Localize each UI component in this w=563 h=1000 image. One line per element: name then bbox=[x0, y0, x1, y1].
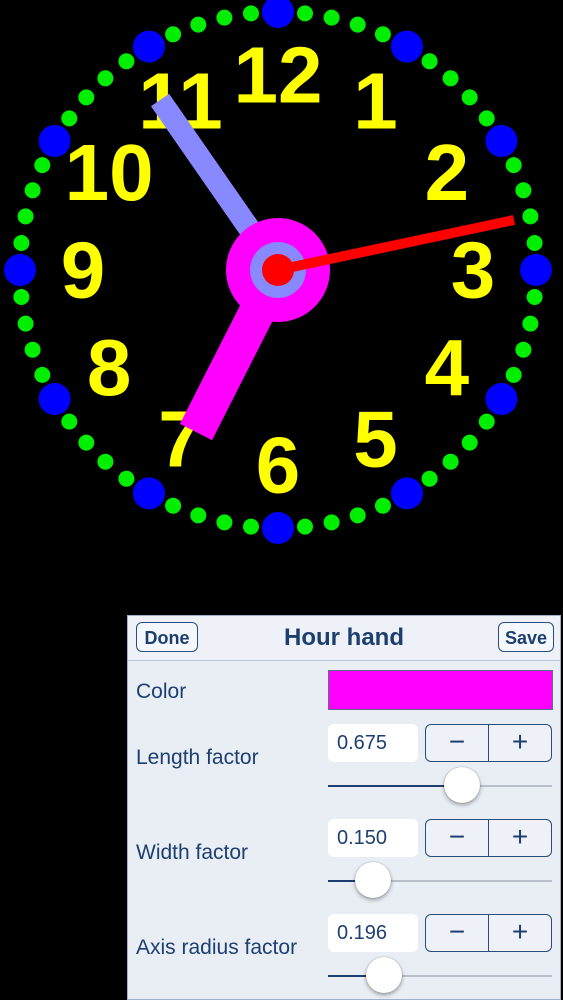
width-factor-increment-button[interactable]: + bbox=[488, 820, 551, 856]
minute-dot bbox=[421, 53, 438, 70]
hour-dot bbox=[4, 254, 36, 286]
minute-dot bbox=[34, 366, 51, 383]
minute-dot bbox=[522, 208, 539, 225]
clock-numeral: 2 bbox=[425, 128, 470, 217]
clock-numeral: 9 bbox=[61, 226, 106, 315]
hour-hand bbox=[179, 291, 280, 441]
minute-dot bbox=[118, 53, 135, 70]
length-factor-slider-thumb[interactable] bbox=[444, 767, 481, 803]
hour-dot bbox=[262, 512, 294, 544]
minute-dot bbox=[97, 453, 114, 470]
width-factor-stepper: − + bbox=[425, 819, 552, 857]
width-factor-value[interactable]: 0.150 bbox=[328, 819, 418, 857]
width-factor-slider[interactable] bbox=[328, 862, 552, 898]
minute-dot bbox=[478, 413, 495, 430]
minute-dot bbox=[78, 434, 95, 451]
minute-dot bbox=[515, 341, 532, 358]
center-cap bbox=[262, 254, 294, 286]
clock-face: 12 1234567891011 bbox=[4, 0, 552, 544]
clock-numeral: 6 bbox=[256, 421, 301, 510]
minute-dot bbox=[442, 70, 459, 87]
minute-dot bbox=[24, 341, 41, 358]
minute-dot bbox=[323, 514, 340, 531]
minute-dot bbox=[505, 366, 522, 383]
minute-dot bbox=[216, 514, 233, 531]
minute-dot bbox=[13, 289, 30, 305]
minute-dot bbox=[243, 5, 259, 22]
minute-dot bbox=[526, 235, 543, 251]
minute-dot bbox=[442, 453, 459, 470]
panel-header: Done Hour hand Save bbox=[128, 616, 560, 661]
minute-dot bbox=[13, 235, 30, 251]
color-label: Color bbox=[136, 680, 187, 703]
minute-dot bbox=[349, 507, 366, 524]
axis-radius-factor-label: Axis radius factor bbox=[136, 936, 298, 959]
length-factor-increment-button[interactable]: + bbox=[488, 725, 551, 761]
length-factor-stepper: − + bbox=[425, 724, 552, 762]
axis-radius-factor-stepper: − + bbox=[425, 914, 552, 952]
panel-title: Hour hand bbox=[284, 624, 404, 651]
minute-dot bbox=[374, 497, 391, 514]
hour-hand-settings-panel: Done Hour hand Save Color Length factor … bbox=[127, 615, 561, 1000]
minute-dot bbox=[515, 182, 532, 199]
minute-dot bbox=[78, 89, 95, 106]
width-factor-label: Width factor bbox=[136, 841, 249, 864]
minute-dot bbox=[349, 16, 366, 33]
minute-dot bbox=[165, 26, 182, 43]
minute-dot bbox=[526, 289, 543, 305]
minute-dot bbox=[297, 5, 313, 22]
minute-dot bbox=[118, 470, 135, 487]
minute-dot bbox=[297, 518, 313, 535]
save-button[interactable]: Save bbox=[498, 622, 554, 652]
minute-dot bbox=[216, 9, 233, 26]
axis-radius-factor-increment-button[interactable]: + bbox=[488, 915, 551, 951]
length-factor-slider[interactable] bbox=[328, 767, 552, 803]
axis-radius-factor-slider[interactable] bbox=[328, 957, 552, 993]
minute-dot bbox=[522, 315, 539, 332]
minute-dot bbox=[190, 16, 207, 33]
clock-numeral: 3 bbox=[451, 226, 496, 315]
length-factor-label: Length factor bbox=[136, 746, 259, 769]
minute-dot bbox=[461, 434, 478, 451]
width-factor-slider-thumb[interactable] bbox=[354, 862, 391, 898]
axis-radius-factor-value[interactable]: 0.196 bbox=[328, 914, 418, 952]
minute-dot bbox=[61, 110, 78, 127]
color-swatch[interactable] bbox=[328, 670, 553, 710]
clock-numeral: 4 bbox=[425, 323, 470, 412]
minute-dot bbox=[505, 157, 522, 174]
minute-dot bbox=[17, 315, 34, 332]
length-factor-slider-fill bbox=[328, 785, 463, 787]
minute-dot bbox=[478, 110, 495, 127]
hour-dot bbox=[485, 383, 518, 415]
minute-dot bbox=[190, 507, 207, 524]
length-factor-value[interactable]: 0.675 bbox=[328, 724, 418, 762]
minute-dot bbox=[34, 157, 51, 174]
minute-dot bbox=[243, 518, 259, 535]
width-factor-decrement-button[interactable]: − bbox=[426, 820, 488, 856]
minute-dot bbox=[374, 26, 391, 43]
clock-numeral: 8 bbox=[87, 323, 132, 412]
hour-dot bbox=[38, 383, 71, 415]
minute-dot bbox=[323, 9, 340, 26]
clock-numeral: 5 bbox=[353, 394, 398, 483]
minute-dot bbox=[421, 470, 438, 487]
axis-radius-factor-decrement-button[interactable]: − bbox=[426, 915, 488, 951]
done-button[interactable]: Done bbox=[136, 622, 198, 652]
minute-dot bbox=[461, 89, 478, 106]
minute-dot bbox=[61, 413, 78, 430]
minute-dot bbox=[24, 182, 41, 199]
hour-dot bbox=[262, 0, 294, 28]
minute-dot bbox=[97, 70, 114, 87]
clock-numeral: 12 bbox=[234, 31, 323, 120]
length-factor-decrement-button[interactable]: − bbox=[426, 725, 488, 761]
hour-dot bbox=[485, 125, 518, 157]
hour-dot bbox=[520, 254, 552, 286]
minute-dot bbox=[17, 208, 34, 225]
axis-radius-factor-slider-thumb[interactable] bbox=[366, 957, 402, 993]
minute-dot bbox=[165, 497, 182, 514]
clock-numeral: 1 bbox=[353, 57, 398, 146]
